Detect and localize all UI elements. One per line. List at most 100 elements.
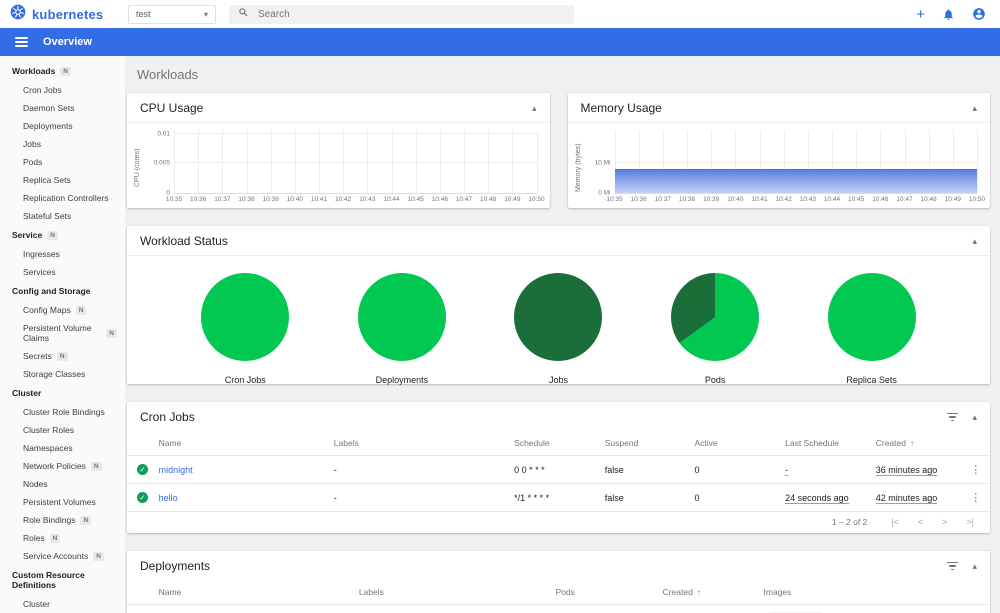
sidebar-item-config-maps[interactable]: Config Maps N — [0, 301, 125, 319]
collapse-caret-icon[interactable]: ▴ — [972, 103, 977, 113]
search-input[interactable] — [258, 8, 565, 20]
x-axis-tick: 10:41 — [310, 196, 328, 203]
x-axis-tick: 10:46 — [431, 196, 448, 203]
x-axis-tick: 10:40 — [727, 196, 744, 203]
collapse-caret-icon[interactable]: ▴ — [972, 561, 977, 571]
x-axis-tick: 10:41 — [751, 196, 768, 203]
sidebar-item-ingresses[interactable]: Ingresses — [0, 245, 125, 263]
first-page-button[interactable]: |< — [891, 517, 899, 527]
app-toolbar: Overview — [0, 28, 1000, 56]
pagination: 1 – 2 of 2 |< < > >| — [127, 512, 990, 533]
account-button[interactable] — [972, 7, 986, 21]
sidebar-item-storage-classes[interactable]: Storage Classes — [0, 365, 125, 383]
sidebar-item-nodes[interactable]: Nodes — [0, 475, 125, 493]
col-pods[interactable]: Pods — [551, 580, 659, 605]
memory-usage-title: Memory Usage — [580, 101, 662, 115]
filter-button[interactable] — [947, 412, 959, 422]
sidebar-group-custom-resource-definitions[interactable]: Custom Resource Definitions — [0, 565, 125, 595]
cron-jobs-table: Name Labels Schedule Suspend Active Last… — [127, 431, 990, 512]
sidebar-group-workloads[interactable]: Workloads N — [0, 61, 125, 81]
namespaced-badge: N — [80, 515, 92, 525]
filter-button[interactable] — [947, 561, 959, 571]
namespace-selector[interactable]: test ▾ — [128, 4, 216, 24]
col-name[interactable]: Name — [154, 580, 355, 605]
sidebar-item-services[interactable]: Services — [0, 263, 125, 281]
col-labels[interactable]: Labels — [354, 580, 552, 605]
sidebar-item-network-policies[interactable]: Network Policies N — [0, 457, 125, 475]
pie-label: Cron Jobs — [224, 375, 266, 385]
y-axis-tick: 0.005 — [153, 159, 170, 167]
sidebar-item-replication-controllers[interactable]: Replication Controllers — [0, 189, 125, 207]
create-resource-button[interactable]: + — [916, 7, 925, 22]
col-created[interactable]: Created ↑ — [658, 580, 760, 605]
sidebar-item-service-accounts[interactable]: Service Accounts N — [0, 547, 125, 565]
sidebar-item-cluster[interactable]: Cluster — [0, 595, 125, 613]
row-menu-button[interactable]: ⋮ — [965, 491, 986, 504]
sidebar-item-persistent-volume-claims[interactable]: Persistent Volume Claims N — [0, 319, 125, 347]
next-page-button[interactable]: > — [942, 517, 947, 527]
created-cell: 42 minutes ago — [875, 492, 938, 504]
last-page-button[interactable]: >| — [966, 517, 974, 527]
kubernetes-logo-icon — [10, 4, 26, 25]
sidebar-item-cron-jobs[interactable]: Cron Jobs — [0, 81, 125, 99]
collapse-caret-icon[interactable]: ▴ — [532, 103, 537, 113]
col-labels[interactable]: Labels — [329, 431, 511, 456]
cpu-usage-title: CPU Usage — [140, 101, 204, 115]
table-row: ✓ midnight - 0 0 * * * false 0 - 36 minu… — [127, 455, 990, 484]
labels-cell: - — [354, 604, 552, 613]
sidebar-item-pods[interactable]: Pods — [0, 153, 125, 171]
sidebar-item-secrets[interactable]: Secrets N — [0, 347, 125, 365]
kubernetes-brand[interactable]: kubernetes — [10, 4, 122, 25]
sidebar-item-deployments[interactable]: Deployments — [0, 117, 125, 135]
x-axis-tick: 10:48 — [920, 196, 937, 203]
sidebar-item-role-bindings[interactable]: Role Bindings N — [0, 511, 125, 529]
sidebar-item-roles[interactable]: Roles N — [0, 529, 125, 547]
search-bar[interactable] — [229, 4, 574, 24]
namespaced-badge: N — [75, 305, 87, 315]
sort-ascending-icon: ↑ — [909, 439, 914, 448]
sidebar-item-daemon-sets[interactable]: Daemon Sets — [0, 99, 125, 117]
sidebar-item-cluster-role-bindings[interactable]: Cluster Role Bindings — [0, 403, 125, 421]
labels-cell: - — [329, 483, 511, 512]
sidebar-item-jobs[interactable]: Jobs — [0, 135, 125, 153]
x-axis-tick: 10:42 — [775, 196, 792, 203]
sidebar-item-persistent-volumes[interactable]: Persistent Volumes — [0, 493, 125, 511]
row-menu-button[interactable]: ⋮ — [965, 463, 986, 476]
sidebar-item-namespaces[interactable]: Namespaces — [0, 439, 125, 457]
sidebar-item-stateful-sets[interactable]: Stateful Sets — [0, 207, 125, 225]
header-actions: + — [916, 7, 986, 22]
x-axis-tick: 10:45 — [848, 196, 865, 203]
schedule-cell: 0 0 * * * — [510, 455, 601, 484]
namespaced-badge: N — [90, 461, 102, 471]
sidebar-item-replica-sets[interactable]: Replica Sets — [0, 171, 125, 189]
cronjob-name-link[interactable]: hello — [159, 493, 178, 503]
col-active[interactable]: Active — [690, 431, 782, 456]
deployments-table: Name Labels Pods Created↑ Images ✓ test … — [127, 580, 990, 613]
x-axis-tick: 10:38 — [238, 196, 255, 203]
sidebar-group-cluster[interactable]: Cluster — [0, 383, 125, 403]
deployments-title: Deployments — [140, 559, 211, 573]
memory-y-axis-label: Memory (bytes) — [574, 143, 582, 192]
col-schedule[interactable]: Schedule — [510, 431, 601, 456]
sidebar-group-service[interactable]: Service N — [0, 225, 125, 245]
notifications-button[interactable] — [942, 8, 955, 21]
cron-jobs-pie-chart — [201, 273, 290, 361]
x-axis-tick: 10:47 — [455, 196, 473, 203]
pagination-range: 1 – 2 of 2 — [831, 517, 868, 527]
col-last-schedule[interactable]: Last Schedule — [781, 431, 872, 456]
success-check-icon: ✓ — [137, 464, 148, 475]
sidebar-group-config-and-storage[interactable]: Config and Storage — [0, 281, 125, 301]
cron-jobs-title: Cron Jobs — [140, 410, 195, 424]
col-suspend[interactable]: Suspend — [600, 431, 691, 456]
suspend-cell: false — [600, 483, 691, 512]
col-name[interactable]: Name — [154, 431, 330, 456]
x-axis-tick: 10:49 — [944, 196, 961, 203]
collapse-caret-icon[interactable]: ▴ — [972, 236, 977, 246]
collapse-caret-icon[interactable]: ▴ — [972, 412, 977, 422]
col-images[interactable]: Images — [759, 580, 965, 605]
sidebar-item-cluster-roles[interactable]: Cluster Roles — [0, 421, 125, 439]
menu-button[interactable] — [15, 35, 28, 49]
cronjob-name-link[interactable]: midnight — [159, 465, 193, 475]
col-created[interactable]: Created ↑ — [871, 431, 962, 456]
previous-page-button[interactable]: < — [918, 517, 923, 527]
